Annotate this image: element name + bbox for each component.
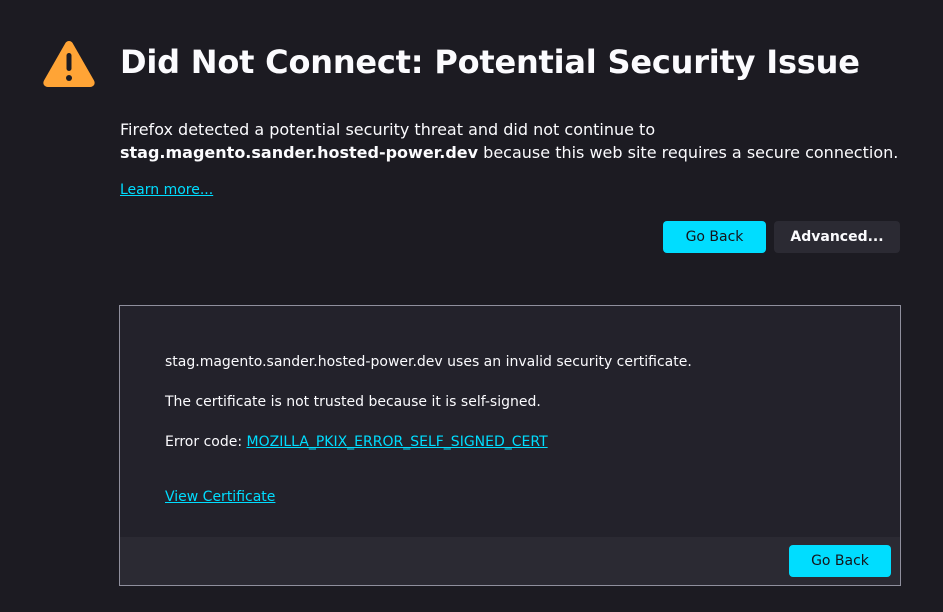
invalid-certificate-message: stag.magento.sander.hosted-power.dev use…: [165, 354, 692, 370]
warning-triangle-icon: [43, 41, 95, 87]
certificate-trust-message: The certificate is not trusted because i…: [165, 394, 541, 410]
advanced-details-panel: stag.magento.sander.hosted-power.dev use…: [119, 305, 901, 586]
error-code-label: Error code:: [165, 434, 247, 450]
security-error-page: Did Not Connect: Potential Security Issu…: [0, 0, 943, 612]
advanced-button[interactable]: Advanced...: [774, 221, 900, 253]
view-certificate-link[interactable]: View Certificate: [165, 487, 275, 507]
intro-message: Firefox detected a potential security th…: [120, 118, 900, 164]
intro-text-end: because this web site requires a secure …: [478, 143, 899, 162]
page-title: Did Not Connect: Potential Security Issu…: [120, 43, 860, 81]
learn-more-link[interactable]: Learn more...: [120, 180, 213, 200]
panel-go-back-button[interactable]: Go Back: [789, 545, 891, 577]
blocked-host: stag.magento.sander.hosted-power.dev: [120, 143, 479, 162]
intro-text-start: Firefox detected a potential security th…: [120, 120, 656, 139]
go-back-button[interactable]: Go Back: [663, 221, 766, 253]
advanced-panel-footer: Go Back: [120, 537, 900, 585]
error-code-link[interactable]: MOZILLA_PKIX_ERROR_SELF_SIGNED_CERT: [247, 434, 548, 450]
error-code-line: Error code: MOZILLA_PKIX_ERROR_SELF_SIGN…: [165, 432, 548, 452]
